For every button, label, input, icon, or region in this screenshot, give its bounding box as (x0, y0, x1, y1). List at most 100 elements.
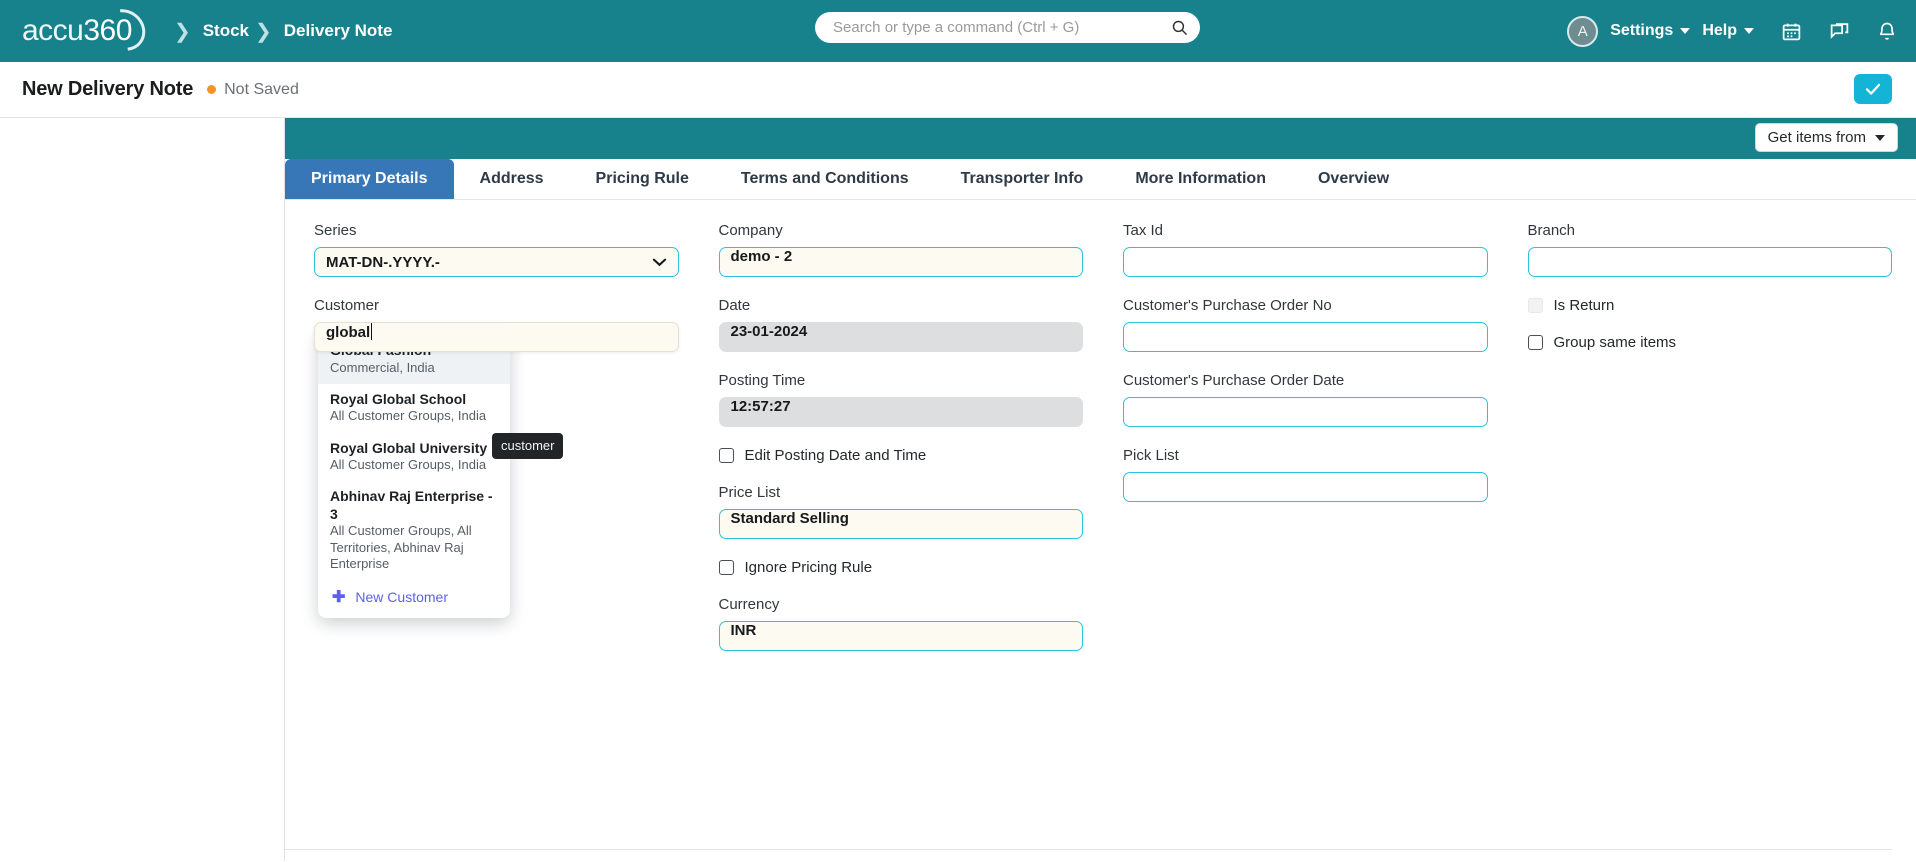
settings-dropdown[interactable]: Settings (1610, 22, 1691, 40)
get-items-from-label: Get items from (1767, 129, 1866, 146)
currency-input[interactable]: INR (718, 621, 1083, 651)
field-price-list: Price List Standard Selling (718, 484, 1083, 539)
tab-more-information[interactable]: More Information (1109, 159, 1292, 199)
settings-label: Settings (1610, 22, 1674, 39)
checkbox-ignore-pricing-rule[interactable]: Ignore Pricing Rule (718, 559, 1084, 576)
check-icon (1865, 83, 1881, 95)
list-item[interactable]: Royal Global School All Customer Groups,… (318, 384, 510, 433)
logo-text-360: 360 (83, 14, 132, 47)
customer-tooltip: customer (492, 433, 564, 459)
series-label: Series (314, 222, 357, 239)
suggestion-subtitle: Commercial, India (330, 359, 435, 375)
suggestion-subtitle: All Customer Groups, All Territories, Ab… (330, 523, 472, 571)
tax-id-input[interactable] (1123, 247, 1488, 277)
logo-text-accu: accu (22, 14, 84, 47)
customer-value: global (326, 324, 371, 341)
calendar-icon[interactable] (1780, 20, 1802, 42)
form-column-1: Series MAT-DN-.YYYY.- Customer global Co… (314, 222, 679, 671)
tab-overview[interactable]: Overview (1292, 159, 1415, 199)
list-item[interactable]: Royal Global University All Customer Gro… (318, 433, 510, 482)
form-column-2: Company demo - 2 Date 23-01-2024 Posting… (718, 222, 1084, 671)
list-item[interactable]: Abhinav Raj Enterprise - 3 All Customer … (318, 481, 510, 580)
tab-primary-details[interactable]: Primary Details (285, 159, 454, 199)
checkbox-icon[interactable] (718, 560, 734, 575)
section-divider (285, 849, 1892, 850)
top-navbar: accu360 ❯ Stock ❯ Delivery Note A Settin… (0, 0, 1916, 62)
pick-list-input[interactable] (1123, 472, 1488, 502)
customer-po-no-label: Customer's Purchase Order No (1123, 297, 1332, 314)
left-rail (0, 118, 284, 861)
checkbox-icon[interactable] (1527, 335, 1543, 350)
help-dropdown[interactable]: Help (1702, 22, 1754, 40)
customer-po-date-input[interactable] (1123, 397, 1488, 427)
branch-input[interactable] (1527, 247, 1892, 277)
search-icon (1172, 20, 1188, 36)
currency-label: Currency (718, 596, 780, 613)
pick-list-label: Pick List (1123, 447, 1179, 464)
company-input[interactable]: demo - 2 (718, 247, 1083, 277)
series-value: MAT-DN-.YYYY.- (326, 253, 440, 271)
company-label: Company (718, 222, 783, 239)
suggestion-title: Royal Global School (330, 390, 467, 407)
field-posting-time: Posting Time 12:57:27 (718, 372, 1083, 427)
group-same-items-label: Group same items (1553, 334, 1677, 351)
tab-terms-and-conditions[interactable]: Terms and Conditions (715, 159, 935, 199)
price-list-input[interactable]: Standard Selling (718, 509, 1083, 539)
posting-time-label: Posting Time (718, 372, 806, 389)
bell-icon[interactable] (1876, 20, 1898, 42)
page-title: New Delivery Note (22, 78, 194, 100)
app-logo[interactable]: accu 360 (22, 0, 154, 60)
suggestion-title: Abhinav Raj Enterprise - 3 (330, 488, 493, 522)
tab-transporter-info[interactable]: Transporter Info (935, 159, 1110, 199)
suggestion-title: Royal Global University (330, 439, 488, 456)
chevron-right-icon-2: ❯ (255, 20, 272, 43)
tab-pricing-rule[interactable]: Pricing Rule (570, 159, 715, 199)
checkbox-is-return[interactable]: Is Return (1527, 297, 1893, 314)
form-column-3: Tax Id Customer's Purchase Order No Cust… (1123, 222, 1488, 671)
chevron-down-icon-series (652, 258, 666, 267)
checkbox-icon[interactable] (718, 448, 734, 463)
edit-posting-label: Edit Posting Date and Time (744, 447, 927, 464)
status-badge: Not Saved (224, 80, 299, 98)
tab-address[interactable]: Address (454, 159, 570, 199)
breadcrumb-stock[interactable]: Stock (203, 21, 249, 41)
field-customer-po-no: Customer's Purchase Order No (1123, 297, 1488, 352)
ignore-pricing-label: Ignore Pricing Rule (744, 559, 873, 576)
field-pick-list: Pick List (1123, 447, 1488, 502)
posting-time-input[interactable]: 12:57:27 (718, 397, 1083, 427)
date-label: Date (718, 297, 751, 314)
field-date: Date 23-01-2024 (718, 297, 1083, 352)
customer-po-no-input[interactable] (1123, 322, 1488, 352)
help-label: Help (1702, 22, 1737, 39)
primary-details-form: Series MAT-DN-.YYYY.- Customer global Co… (285, 200, 1916, 671)
checkbox-icon (1527, 298, 1543, 313)
avatar[interactable]: A (1567, 15, 1599, 47)
customer-input[interactable]: global (314, 322, 679, 352)
customer-suggestions-dropdown[interactable]: Global Fashion Commercial, India Royal G… (318, 331, 510, 618)
field-series: Series MAT-DN-.YYYY.- (314, 222, 679, 277)
status-dot-icon (207, 85, 217, 94)
body-area: Get items from Primary Details Address P… (0, 118, 1916, 861)
global-search[interactable] (815, 12, 1200, 43)
field-tax-id: Tax Id (1123, 222, 1488, 277)
get-items-from-button[interactable]: Get items from (1754, 123, 1898, 152)
chevron-down-icon-help (1744, 28, 1754, 34)
field-branch: Branch (1527, 222, 1892, 277)
series-select[interactable]: MAT-DN-.YYYY.- (314, 247, 679, 277)
form-toolbar: Get items from (285, 118, 1916, 159)
date-input[interactable]: 23-01-2024 (718, 322, 1083, 352)
chat-icon[interactable] (1828, 20, 1850, 42)
checkbox-group-same-items[interactable]: Group same items (1527, 334, 1893, 351)
save-button[interactable] (1854, 74, 1892, 104)
chevron-right-icon: ❯ (173, 20, 191, 43)
breadcrumb-delivery-note[interactable]: Delivery Note (284, 21, 393, 41)
field-customer-po-date: Customer's Purchase Order Date (1123, 372, 1488, 427)
chevron-down-icon-get-items (1875, 134, 1885, 141)
new-customer-label: New Customer (355, 589, 448, 605)
search-input[interactable] (831, 18, 1171, 37)
form-tabs: Primary Details Address Pricing Rule Ter… (285, 159, 1916, 200)
chevron-down-icon (1680, 28, 1691, 34)
is-return-label: Is Return (1553, 297, 1615, 314)
checkbox-edit-posting-date-and-time[interactable]: Edit Posting Date and Time (718, 447, 1084, 464)
new-customer-option[interactable]: ✚ New Customer (318, 580, 510, 612)
